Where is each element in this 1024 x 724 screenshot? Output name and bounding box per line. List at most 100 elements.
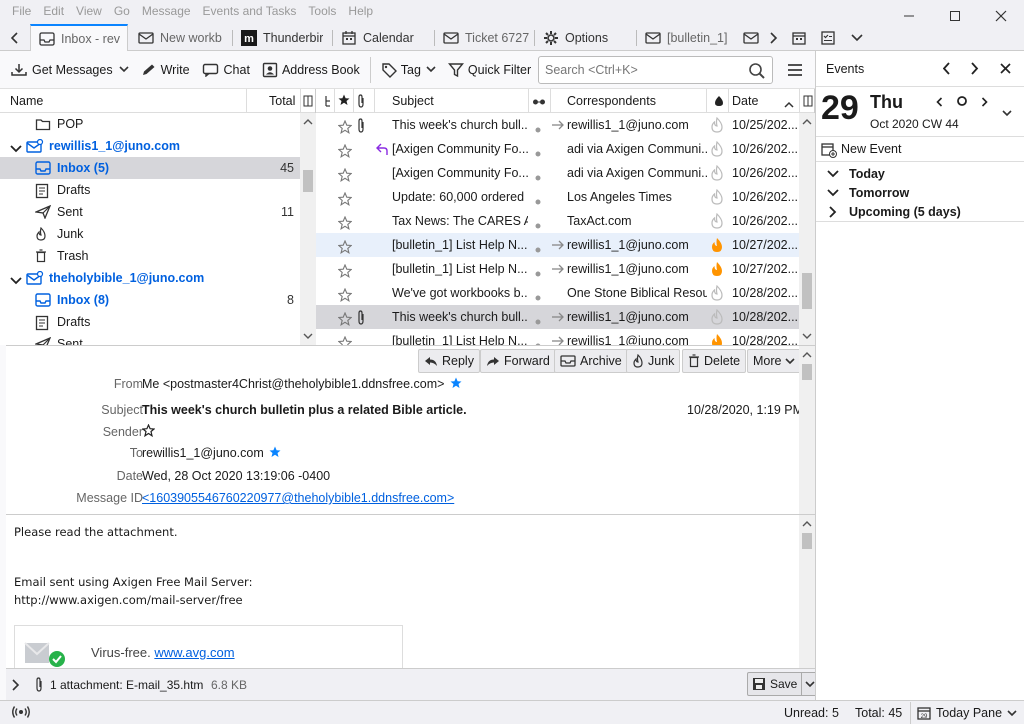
tab-overflow[interactable] (737, 24, 765, 51)
message-list-scrollbar[interactable] (799, 113, 815, 345)
read-status-dot-icon[interactable] (535, 218, 541, 232)
mini-prev-button[interactable] (936, 96, 943, 110)
agenda-upcoming[interactable]: Upcoming (5 days) (816, 203, 1024, 222)
quick-filter-button[interactable]: Quick Filter (442, 57, 537, 83)
read-status-dot-icon[interactable] (535, 314, 541, 328)
column-picker-icon[interactable] (803, 95, 813, 110)
header-scrollbar-thumb[interactable] (802, 364, 812, 380)
junk-flame-icon[interactable] (711, 189, 723, 208)
agenda-today[interactable]: Today (816, 165, 1024, 183)
header-scrollbar[interactable] (799, 346, 815, 515)
star-icon[interactable] (338, 168, 352, 185)
menu-file[interactable]: File (6, 4, 37, 18)
read-status-dot-icon[interactable] (535, 194, 541, 208)
archive-button[interactable]: Archive (554, 349, 628, 373)
message-row[interactable]: Tax News: The CARES A... TaxAct.com 10/26/… (316, 209, 799, 233)
avg-link[interactable]: www.avg.com (154, 645, 234, 660)
attachment-toggle[interactable] (12, 679, 20, 694)
junk-flame-icon[interactable] (711, 141, 723, 160)
sender-star-icon[interactable] (141, 423, 156, 440)
attachment-column-icon[interactable] (356, 94, 366, 111)
calendar-tab-button[interactable] (788, 24, 810, 51)
column-picker-icon[interactable] (303, 95, 313, 110)
app-menu-button[interactable] (784, 60, 806, 80)
folder-row[interactable]: Drafts (0, 311, 300, 333)
message-list-scrollbar-thumb[interactable] (802, 273, 812, 309)
tab-scroll-right-button[interactable] (763, 24, 785, 51)
tasks-tab-button[interactable] (817, 24, 839, 51)
junk-flame-active-icon[interactable] (711, 261, 723, 280)
junk-flame-icon[interactable] (711, 309, 723, 328)
online-status-icon[interactable] (12, 705, 30, 722)
folder-row[interactable]: Trash (0, 245, 300, 267)
star-icon[interactable] (338, 264, 352, 281)
junk-flame-icon[interactable] (711, 117, 723, 136)
body-scrollbar-thumb[interactable] (802, 533, 812, 549)
star-column-icon[interactable] (338, 94, 350, 109)
tag-button[interactable]: Tag (369, 56, 442, 83)
expand-twisty-icon[interactable] (10, 274, 22, 288)
more-button[interactable]: More (747, 349, 802, 373)
mini-next-button[interactable] (981, 96, 988, 110)
junk-flame-active-icon[interactable] (711, 333, 723, 345)
menu-events-tasks[interactable]: Events and Tasks (197, 4, 303, 18)
tab-thunderbird[interactable]: m Thunderbir (233, 24, 331, 51)
junk-flame-icon[interactable] (711, 285, 723, 304)
menu-view[interactable]: View (70, 4, 108, 18)
folder-scrollbar[interactable] (300, 113, 316, 345)
new-event-button[interactable]: New Event (816, 136, 1024, 162)
save-main[interactable]: Save (748, 673, 801, 695)
message-row[interactable]: This week's church bull... rewillis1_1@ju… (316, 113, 799, 137)
star-filled-icon[interactable] (269, 446, 281, 458)
save-button[interactable]: Save (747, 672, 820, 696)
close-today-pane-button[interactable] (1000, 63, 1011, 77)
write-button[interactable]: Write (135, 57, 196, 83)
menu-edit[interactable]: Edit (37, 4, 70, 18)
account-row[interactable]: rewillis1_1@juno.com (0, 135, 300, 157)
message-row[interactable]: This week's church bull... rewillis1_1@ju… (316, 305, 799, 329)
folder-row[interactable]: Junk (0, 223, 300, 245)
mini-today-button[interactable] (956, 95, 968, 110)
message-row[interactable]: [Axigen Community Fo... adi via Axigen Co… (316, 161, 799, 185)
get-messages-button[interactable]: Get Messages (0, 57, 119, 83)
body-scrollbar[interactable] (799, 515, 815, 668)
thread-column-icon[interactable] (324, 95, 332, 110)
previous-day-button[interactable] (942, 62, 951, 78)
to-address[interactable]: rewillis1_1@juno.com (142, 446, 264, 460)
message-id-link[interactable]: <1603905546760220977@theholybible1.ddnsf… (142, 491, 454, 505)
read-status-dot-icon[interactable] (535, 122, 541, 136)
all-tabs-button[interactable] (846, 24, 868, 51)
message-row[interactable]: We've got workbooks b... One Stone Biblic… (316, 281, 799, 305)
forward-button[interactable]: Forward (480, 349, 556, 373)
delete-button[interactable]: Delete (682, 349, 747, 373)
tab-ticket[interactable]: Ticket 6727 (435, 24, 533, 51)
to-value[interactable]: rewillis1_1@juno.com (142, 446, 281, 460)
star-icon[interactable] (338, 312, 352, 329)
get-messages-dropdown[interactable] (119, 57, 135, 83)
message-row[interactable]: Update: 60,000 ordered ... Los Angeles Ti… (316, 185, 799, 209)
chat-button[interactable]: Chat (196, 57, 256, 83)
junk-flame-active-icon[interactable] (711, 237, 723, 256)
message-row[interactable]: [Axigen Community Fo... adi via Axigen Co… (316, 137, 799, 161)
read-status-dot-icon[interactable] (535, 338, 541, 345)
star-icon[interactable] (338, 144, 352, 161)
account-row[interactable]: theholybible_1@juno.com (0, 267, 300, 289)
menu-tools[interactable]: Tools (302, 4, 342, 18)
tab-scroll-left-button[interactable] (4, 24, 26, 51)
tab-bulletin[interactable]: [bulletin_1] (637, 24, 735, 51)
tab-calendar[interactable]: Calendar (333, 24, 433, 51)
junk-flame-icon[interactable] (711, 213, 723, 232)
star-icon[interactable] (338, 120, 352, 137)
from-address[interactable]: Me <postmaster4Christ@theholybible1.ddns… (142, 377, 444, 391)
read-status-dot-icon[interactable] (535, 170, 541, 184)
star-filled-icon[interactable] (450, 377, 462, 389)
minimonth-toggle[interactable] (1002, 106, 1012, 120)
star-icon[interactable] (338, 216, 352, 233)
search-input[interactable]: Search <Ctrl+K> (538, 56, 773, 84)
next-day-button[interactable] (971, 62, 979, 78)
menu-message[interactable]: Message (136, 4, 197, 18)
junk-flame-icon[interactable] (711, 165, 723, 184)
read-status-dot-icon[interactable] (535, 290, 541, 304)
reply-button[interactable]: Reply (418, 349, 480, 373)
folder-scrollbar-thumb[interactable] (303, 170, 313, 192)
